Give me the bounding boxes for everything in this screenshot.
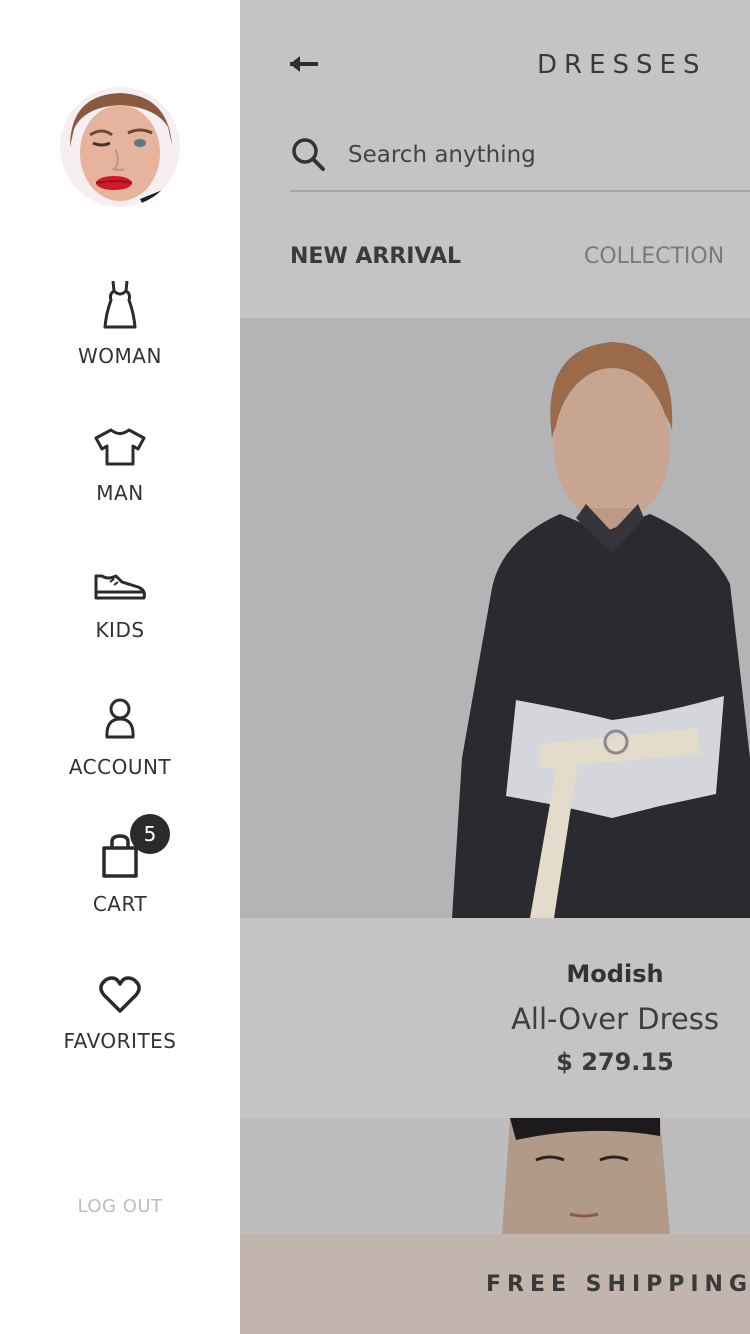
product-brand: Modish <box>566 960 664 988</box>
shopping-bag-icon: 5 <box>100 814 170 878</box>
search-input[interactable] <box>348 135 728 175</box>
product-image[interactable] <box>240 318 750 918</box>
sidebar-item-label: MAN <box>96 481 144 505</box>
sidebar-item-kids[interactable]: KIDS <box>0 550 240 642</box>
heart-icon <box>98 961 142 1015</box>
logout-button[interactable]: LOG OUT <box>0 1196 240 1217</box>
free-shipping-banner[interactable]: FREE SHIPPING <box>240 1234 750 1334</box>
sidebar-item-label: WOMAN <box>78 344 162 368</box>
search-underline <box>290 190 750 192</box>
sidebar-item-account[interactable]: ACCOUNT <box>0 687 240 779</box>
product-price: $ 279.15 <box>556 1048 674 1076</box>
sidebar-item-label: FAVORITES <box>63 1029 177 1053</box>
main-content: DRESSES NEW ARRIVAL COLLECTION <box>240 0 750 1334</box>
product-card[interactable]: Modish All-Over Dress $ 279.15 <box>240 918 750 1118</box>
sidebar-item-favorites[interactable]: FAVORITES <box>0 961 240 1053</box>
tab-new-arrival[interactable]: NEW ARRIVAL <box>290 244 461 269</box>
tab-collection[interactable]: COLLECTION <box>584 244 724 269</box>
sidebar-item-man[interactable]: MAN <box>0 413 240 505</box>
search-icon[interactable] <box>290 136 326 172</box>
product-image[interactable] <box>240 1118 750 1234</box>
sidebar-item-label: CART <box>92 892 148 916</box>
sidebar-item-woman[interactable]: WOMAN <box>0 276 240 368</box>
sidebar-item-cart[interactable]: 5 CART <box>0 814 240 916</box>
sidebar-item-label: ACCOUNT <box>68 755 172 779</box>
tshirt-icon <box>93 413 147 467</box>
sneaker-icon <box>92 550 148 604</box>
free-shipping-text: FREE SHIPPING <box>486 1272 750 1297</box>
user-icon <box>103 687 137 741</box>
dress-icon <box>102 276 138 330</box>
product-name: All-Over Dress <box>511 1002 719 1036</box>
back-arrow-icon[interactable] <box>288 50 320 78</box>
sidebar-item-label: KIDS <box>95 618 145 642</box>
cart-count-badge: 5 <box>130 814 170 854</box>
side-menu: WOMAN MAN KIDS ACCOUNT 5 CART FAVORITES … <box>0 0 240 1334</box>
page-title: DRESSES <box>537 50 707 80</box>
avatar[interactable] <box>60 87 180 207</box>
